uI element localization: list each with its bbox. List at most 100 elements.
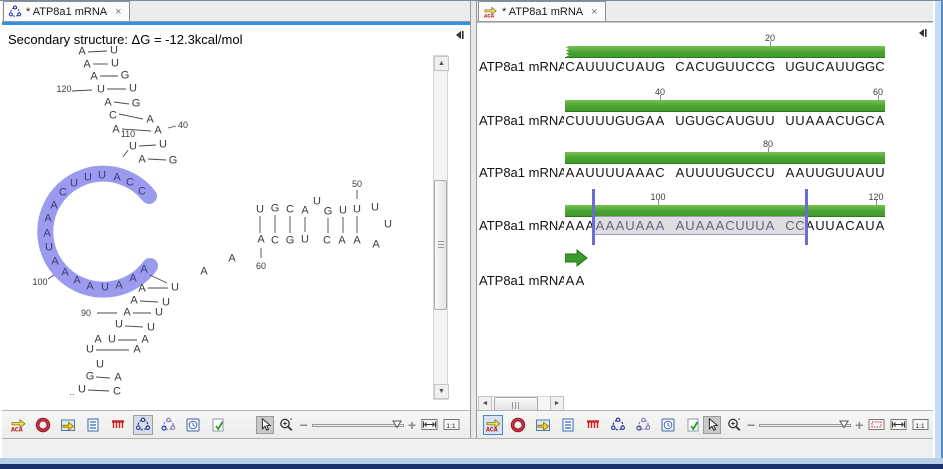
sequence-row[interactable]: 20ATP8a1 mRNACAUUUCUAUG CACUGUUCCG UGUCA… — [477, 33, 933, 87]
sequence-text[interactable]: AAUUUUAAAC AUUUUGUCCU AAUUGUUAUU — [565, 164, 885, 182]
zoom-out-icon[interactable]: − — [747, 418, 755, 432]
nucleotide: A — [130, 296, 137, 307]
zoom-in-tool-icon[interactable] — [278, 416, 296, 434]
structure-table-icon[interactable] — [158, 415, 178, 435]
element-info-icon[interactable] — [683, 415, 703, 435]
secondary-structure-panel: * ATP8a1 mRNA × Secondary structure: ΔG … — [2, 1, 470, 438]
sequence-text[interactable]: CAUUUCUAUG CACUGUUCCG UGUCAUUGGC — [565, 58, 885, 76]
nucleotide: A — [154, 126, 161, 137]
structure-view[interactable]: Secondary structure: ΔG = -12.3kcal/mol … — [2, 25, 470, 410]
window-right-edge — [933, 1, 943, 458]
nucleotide: U — [45, 243, 53, 254]
scroll-left-icon[interactable]: ◄ — [478, 396, 492, 410]
nucleotide: A — [44, 214, 51, 225]
nucleotide: U — [96, 360, 104, 371]
sequence-view-icon[interactable]: ACA — [483, 415, 503, 435]
selection-end-handle[interactable] — [805, 189, 808, 245]
scroll-down-icon[interactable]: ▼ — [434, 384, 449, 399]
left-tabbar: * ATP8a1 mRNA × — [2, 1, 470, 22]
position-label: .. — [69, 387, 74, 397]
nucleotide: A — [372, 240, 379, 251]
text-view-icon[interactable] — [83, 415, 103, 435]
nucleotide: U — [84, 173, 92, 184]
nucleotide: A — [200, 267, 207, 278]
zoom-out-icon[interactable]: − — [300, 418, 308, 432]
ruler-tick — [876, 200, 877, 205]
zoom-slider[interactable] — [312, 419, 404, 431]
nucleotide: A — [138, 155, 145, 166]
scrollbar-track[interactable] — [492, 396, 550, 410]
structure-table-icon[interactable] — [633, 415, 653, 435]
nucleotide: U — [384, 220, 392, 231]
fit-width-icon[interactable] — [889, 417, 907, 433]
annotation-arrow[interactable] — [565, 249, 589, 267]
sequence-text[interactable]: AAAAAAUAAA AUAAACUUUA CCAUUACAUA — [565, 217, 885, 235]
graph-view-icon[interactable] — [583, 415, 603, 435]
vertical-scrollbar[interactable]: ▲ ▼ — [433, 55, 448, 400]
close-icon[interactable]: × — [115, 6, 121, 18]
horizontal-scrollbar[interactable]: ◄ ► — [478, 396, 566, 410]
sequence-view-icon[interactable]: ACA — [8, 415, 28, 435]
zoom-slider[interactable] — [759, 419, 851, 431]
element-info-icon[interactable] — [208, 415, 228, 435]
nucleotide: A — [140, 265, 147, 276]
nucleotide: U — [98, 171, 106, 182]
secondary-structure-icon[interactable] — [133, 415, 153, 435]
scroll-right-icon[interactable]: ► — [550, 396, 564, 410]
selection-mode-icon[interactable] — [256, 416, 274, 434]
nucleotide: U — [78, 385, 86, 396]
annotation-table-icon[interactable] — [58, 415, 78, 435]
nucleotide: A — [115, 281, 122, 292]
fit-width-icon[interactable] — [420, 417, 438, 433]
nucleotide: A — [112, 125, 119, 136]
sequence-view[interactable]: 20ATP8a1 mRNACAUUUCUAUG CACUGUUCCG UGUCA… — [477, 23, 933, 410]
annotation-bar[interactable] — [565, 46, 885, 58]
ruler-tick — [770, 41, 771, 46]
nucleotide: U — [110, 46, 118, 57]
svg-text:1:1: 1:1 — [915, 423, 925, 430]
history-icon[interactable] — [183, 415, 203, 435]
zoom-in-icon[interactable]: + — [855, 418, 863, 432]
sequence-row[interactable]: 4060ATP8a1 mRNACUUUUGUGAA UGUGCAUGUU UUA… — [477, 87, 933, 141]
one-to-one-icon[interactable]: 1:1 — [442, 417, 460, 433]
zoom-to-selection-icon[interactable] — [867, 417, 885, 433]
text-view-icon[interactable] — [558, 415, 578, 435]
structure-canvas[interactable] — [2, 25, 470, 410]
circular-view-icon[interactable] — [33, 415, 53, 435]
scroll-up-icon[interactable]: ▲ — [434, 56, 449, 71]
collapse-sidepanel-icon[interactable] — [452, 28, 466, 42]
nucleotide: U — [353, 205, 361, 216]
annotation-table-icon[interactable] — [533, 415, 553, 435]
one-to-one-icon[interactable]: 1:1 — [911, 417, 929, 433]
panel-divider[interactable] — [470, 1, 477, 438]
circular-view-icon[interactable] — [508, 415, 528, 435]
graph-view-icon[interactable] — [108, 415, 128, 435]
sequence-row[interactable]: 100120ATP8a1 mRNAAAAAAAUAAA AUAAACUUUA C… — [477, 192, 933, 246]
nucleotide: G — [86, 372, 95, 383]
annotation-bar[interactable] — [565, 100, 885, 112]
zoom-in-icon[interactable]: + — [408, 418, 416, 432]
scrollbar-thumb[interactable] — [434, 180, 447, 310]
tab-atp8a1-structure[interactable]: * ATP8a1 mRNA × — [3, 1, 130, 21]
sequence-text[interactable]: CUUUUGUGAA UGUGCAUGUU UUAAACUGCA — [565, 112, 885, 130]
collapse-sidepanel-icon[interactable] — [915, 26, 929, 40]
scrollbar-thumb[interactable] — [494, 397, 538, 410]
selection-mode-icon[interactable] — [703, 416, 721, 434]
nucleotide: A — [113, 173, 120, 184]
nucleotide: A — [301, 206, 308, 217]
sequence-text[interactable]: AA — [565, 272, 585, 290]
nucleotide: G — [169, 156, 178, 167]
history-icon[interactable] — [658, 415, 678, 435]
sequence-row[interactable]: 80ATP8a1 mRNAAAUUUUAAAC AUUUUGUCCU AAUUG… — [477, 139, 933, 193]
selection-start-handle[interactable] — [592, 189, 595, 245]
close-icon[interactable]: × — [591, 6, 597, 18]
nucleotide: C — [59, 188, 67, 199]
secondary-structure-icon[interactable] — [608, 415, 628, 435]
sequence-row[interactable]: ATP8a1 mRNAAA — [477, 245, 933, 299]
application-window: * ATP8a1 mRNA × Secondary structure: ΔG … — [0, 0, 943, 469]
zoom-in-tool-icon[interactable] — [725, 416, 743, 434]
tab-atp8a1-sequence[interactable]: ACA * ATP8a1 mRNA × — [478, 1, 606, 21]
nucleotide: U — [155, 308, 163, 319]
annotation-bar[interactable] — [565, 152, 885, 164]
nucleotide: U — [129, 142, 137, 153]
